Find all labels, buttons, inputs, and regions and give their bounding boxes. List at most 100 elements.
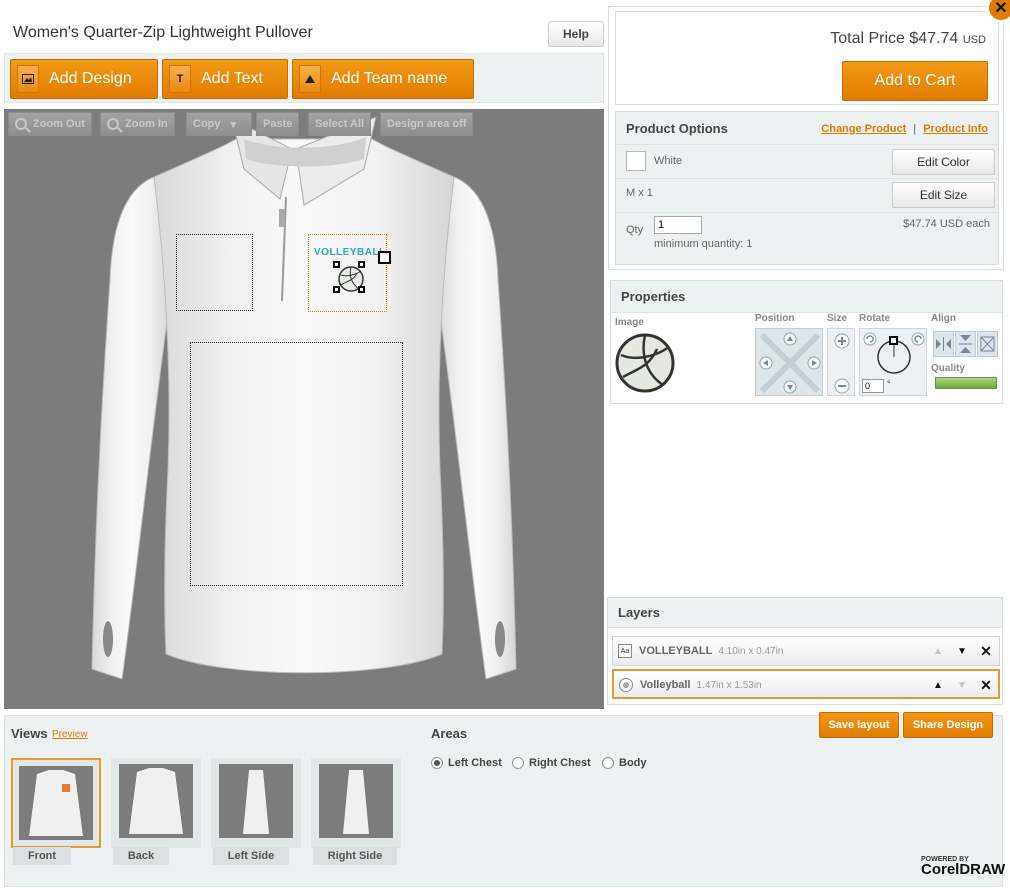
area-right-chest[interactable] [176, 234, 253, 311]
rotate-handle-icon[interactable] [378, 251, 391, 264]
layer-up-icon[interactable]: ▲ [927, 673, 949, 697]
rotate-left-icon[interactable] [863, 332, 877, 346]
qty-label: Qty [626, 224, 644, 236]
resize-handle-bl[interactable] [333, 286, 340, 293]
view-back-label[interactable]: Back [113, 847, 169, 865]
add-text-label: Add Text [201, 70, 263, 87]
qty-input[interactable] [654, 216, 702, 234]
image-label: Image [615, 317, 644, 328]
view-left-side-label[interactable]: Left Side [213, 847, 289, 865]
areas-title: Areas [431, 726, 468, 741]
design-area-toggle[interactable]: Design area off [380, 112, 474, 136]
add-team-name-button[interactable]: Add Team name [292, 59, 474, 99]
area-body[interactable] [190, 342, 403, 586]
preview-link[interactable]: Preview [52, 729, 88, 740]
resize-handle-tl[interactable] [333, 261, 340, 268]
view-right-side-thumbnail[interactable] [311, 758, 401, 848]
zoom-out-button[interactable]: Zoom Out [8, 112, 92, 136]
order-panel: Total Price $47.74 USD Add to Cart Produ… [608, 6, 1004, 270]
zoom-out-icon [15, 118, 27, 130]
add-design-button[interactable]: Add Design [10, 59, 158, 99]
price-box: Total Price $47.74 USD Add to Cart [615, 11, 999, 105]
add-text-button[interactable]: T Add Text [162, 59, 288, 99]
design-text-volleyball[interactable]: VOLLEYBALL [314, 247, 386, 258]
minimum-quantity: minimum quantity: 1 [654, 238, 753, 250]
rotate-input[interactable] [862, 379, 884, 393]
layers-title: Layers [618, 605, 660, 620]
product-options-title: Product Options [626, 121, 728, 136]
share-design-button[interactable]: Share Design [903, 712, 993, 738]
properties-panel: Properties Image Position Size Rotate 0 … [610, 280, 1003, 404]
copy-button[interactable]: Copy ▾ [186, 112, 252, 136]
align-controls [933, 331, 999, 357]
add-to-cart-button[interactable]: Add to Cart [842, 61, 988, 101]
rotate-controls: ° [859, 328, 927, 396]
properties-title: Properties [621, 289, 686, 304]
volleyball-layer-icon: ◍ [619, 678, 633, 692]
total-price: Total Price $47.74 USD [830, 30, 986, 47]
divider [616, 178, 998, 179]
area-radio-left-chest[interactable]: Left Chest [431, 757, 502, 769]
view-left-side-thumbnail[interactable] [211, 758, 301, 848]
layer-up-icon[interactable]: ▲ [927, 639, 949, 663]
product-options: Product Options Change Product | Product… [615, 111, 999, 265]
product-info-link[interactable]: Product Info [923, 123, 988, 135]
select-all-button[interactable]: Select All [308, 112, 372, 136]
volleyball-preview-icon [615, 333, 675, 393]
image-icon [17, 65, 39, 93]
product-title: Women's Quarter-Zip Lightweight Pullover [13, 24, 313, 41]
view-right-side-label[interactable]: Right Side [313, 847, 397, 865]
design-canvas[interactable]: Zoom Out Zoom In Copy ▾ Paste Select All… [4, 109, 604, 709]
layer-row[interactable]: ◍ Volleyball 1.47in x 1.53in ▲ ▼ ✕ [612, 669, 1000, 699]
degree-symbol: ° [887, 379, 891, 389]
layer-delete-icon[interactable]: ✕ [975, 673, 997, 697]
color-swatch [626, 151, 646, 171]
change-product-link[interactable]: Change Product [821, 123, 906, 135]
divider [616, 144, 998, 145]
rotate-right-icon[interactable] [911, 332, 925, 346]
add-team-name-label: Add Team name [331, 70, 448, 87]
product-links: Change Product | Product Info [821, 123, 988, 135]
quality-bar [935, 377, 997, 389]
views-title: Views [11, 726, 48, 741]
align-horizontal-icon[interactable] [933, 331, 954, 357]
text-layer-icon: Aa [618, 644, 632, 658]
resize-handle-br[interactable] [358, 286, 365, 293]
layer-row[interactable]: Aa VOLLEYBALL 4.10in x 0.47in ▲ ▼ ✕ [612, 636, 1000, 666]
zoom-in-icon [107, 118, 119, 130]
size-label: Size [827, 313, 848, 324]
quality-label: Quality [931, 363, 965, 374]
zoom-in-button[interactable]: Zoom In [100, 112, 175, 136]
add-design-label: Add Design [49, 70, 132, 87]
paste-button[interactable]: Paste [256, 112, 300, 136]
resize-handle-tr[interactable] [358, 261, 365, 268]
rotate-dial[interactable] [877, 336, 911, 374]
text-icon: T [169, 65, 191, 93]
layers-header: Layers [608, 598, 1002, 628]
layers-panel: Layers Aa VOLLEYBALL 4.10in x 0.47in ▲ ▼ … [607, 597, 1003, 705]
design-toolbar: Add Design T Add Text Add Team name [4, 53, 604, 103]
layer-down-icon[interactable]: ▼ [951, 639, 973, 663]
color-name: White [654, 155, 683, 167]
edit-size-button[interactable]: Edit Size [892, 182, 995, 208]
align-vertical-icon[interactable] [955, 331, 976, 357]
size-increase-icon[interactable] [834, 333, 850, 349]
edit-color-button[interactable]: Edit Color [892, 149, 995, 175]
layer-delete-icon[interactable]: ✕ [975, 639, 997, 663]
size-summary: M x 1 [626, 187, 653, 199]
view-front-label[interactable]: Front [13, 847, 71, 865]
view-front-thumbnail[interactable] [11, 758, 101, 848]
view-back-thumbnail[interactable] [111, 758, 201, 848]
position-label: Position [755, 313, 795, 324]
area-radio-body[interactable]: Body [602, 757, 647, 769]
help-button[interactable]: Help [548, 21, 604, 47]
align-center-icon[interactable] [977, 331, 998, 357]
area-radio-right-chest[interactable]: Right Chest [512, 757, 591, 769]
properties-header: Properties [611, 281, 1002, 313]
size-decrease-icon[interactable] [834, 378, 850, 394]
radio-selected-icon [431, 757, 443, 769]
position-pad[interactable] [755, 328, 823, 396]
layer-down-icon[interactable]: ▼ [951, 673, 973, 697]
save-layout-button[interactable]: Save layout [819, 712, 899, 738]
divider [616, 212, 998, 213]
